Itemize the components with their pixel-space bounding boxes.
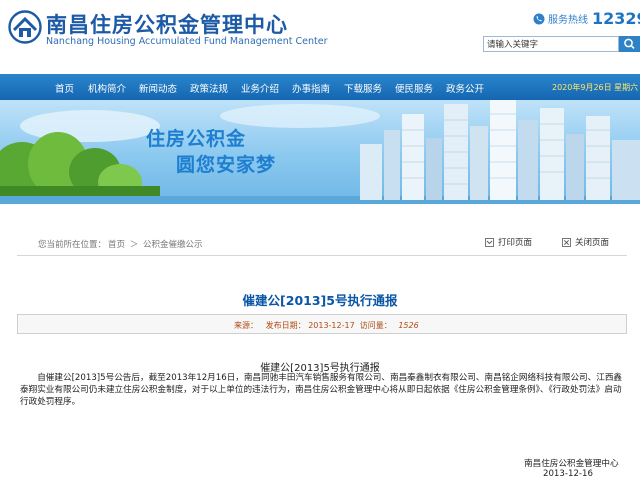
- breadcrumb: 您当前所在位置： 首页 ＞ 公积金催缴公示: [38, 238, 204, 250]
- article-signature-org: 南昌住房公积金管理中心: [524, 459, 619, 469]
- current-date: 2020年9月26日 星期六: [552, 83, 639, 92]
- site-title: 南昌住房公积金管理中心: [46, 13, 288, 37]
- site-subtitle: Nanchang Housing Accumulated Fund Manage…: [46, 36, 328, 47]
- meta-views-label: 访问量：: [359, 321, 392, 330]
- meta-date-value: 2013-12-17: [308, 321, 355, 330]
- article-paragraph: 自催建公[2013]5号公告后，截至2013年12月16日，南昌同驰丰田汽车销售…: [20, 373, 623, 407]
- search-input[interactable]: [483, 36, 619, 52]
- breadcrumb-separator: ＞: [129, 240, 139, 250]
- nav-item-download[interactable]: 下载服务: [344, 81, 382, 95]
- banner-slogan-line1: 住房公积金: [146, 128, 247, 150]
- nav-item-news[interactable]: 新闻动态: [139, 81, 177, 95]
- breadcrumb-prefix: 您当前所在位置：: [38, 240, 107, 250]
- hotline-label: 服务热线: [548, 15, 588, 26]
- phone-icon: [533, 13, 545, 24]
- close-page-button[interactable]: 关闭页面: [562, 236, 609, 248]
- article-meta: 来源： 发布日期： 2013-12-17 访问量： 1526: [234, 320, 419, 331]
- meta-date-label: 发布日期：: [265, 321, 306, 330]
- breadcrumb-divider: [17, 255, 627, 256]
- banner: 住房公积金 圆您安家梦: [0, 100, 640, 204]
- nav-item-policy[interactable]: 政策法规: [190, 81, 228, 95]
- nav-item-about[interactable]: 机构简介: [88, 81, 126, 95]
- article-title: 催建公[2013]5号执行通报: [242, 293, 398, 308]
- nav-item-public-affairs[interactable]: 政务公开: [446, 81, 484, 95]
- search-button[interactable]: [619, 36, 640, 52]
- close-page-label: 关闭页面: [575, 238, 610, 248]
- site-header: 南昌住房公积金管理中心 Nanchang Housing Accumulated…: [0, 0, 640, 70]
- nav-item-guide[interactable]: 办事指南: [292, 81, 330, 95]
- close-icon: [562, 237, 571, 247]
- print-page-label: 打印页面: [498, 238, 533, 248]
- article-body: 自催建公[2013]5号公告后，截至2013年12月16日，南昌同驰丰田汽车销售…: [20, 372, 630, 408]
- nav-item-home[interactable]: 首页: [55, 81, 74, 95]
- meta-views-count: 1526: [398, 321, 419, 330]
- meta-source-label: 来源：: [234, 321, 258, 330]
- print-page-button[interactable]: 打印页面: [485, 236, 532, 248]
- breadcrumb-home-link[interactable]: 首页: [108, 240, 125, 250]
- nav-item-business[interactable]: 业务介绍: [241, 81, 279, 95]
- nav-item-services[interactable]: 便民服务: [395, 81, 433, 95]
- article-signature-date: 2013-12-16: [543, 469, 593, 479]
- banner-slogan-line2: 圆您安家梦: [176, 154, 277, 176]
- search-icon: [624, 38, 635, 49]
- main-nav: 首页 机构简介 新闻动态 政策法规 业务介绍 办事指南 下载服务 便民服务 政务…: [0, 74, 640, 100]
- breadcrumb-current[interactable]: 公积金催缴公示: [143, 240, 203, 250]
- banner-scenery-image: [0, 100, 640, 204]
- logo-icon[interactable]: [8, 10, 42, 44]
- service-hotline: 服务热线 12329: [533, 9, 640, 28]
- hotline-number: 12329: [592, 9, 640, 28]
- print-icon: [485, 237, 494, 247]
- article-meta-bar: 来源： 发布日期： 2013-12-17 访问量： 1526: [17, 314, 627, 334]
